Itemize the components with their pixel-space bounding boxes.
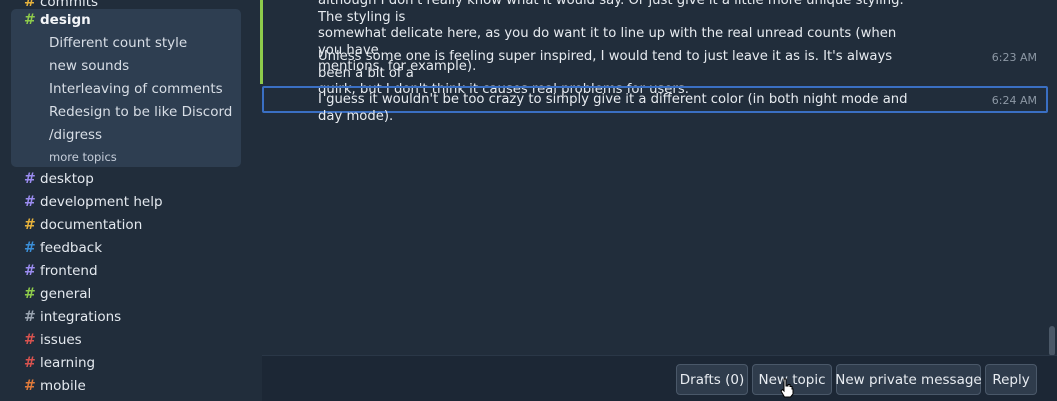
topic-label: new sounds (49, 58, 130, 74)
topic-item[interactable]: /digress (49, 124, 102, 146)
sidebar-stream-item[interactable]: # development help (24, 191, 163, 213)
sidebar-stream-item[interactable]: # frontend (24, 260, 98, 282)
stream-hash-icon: # (24, 309, 36, 325)
sidebar-stream-item[interactable]: # general (24, 283, 91, 305)
stream-hash-icon: # (24, 263, 36, 279)
stream-name: general (40, 286, 92, 302)
message-line: although I don't really know what it wou… (318, 0, 904, 25)
stream-hash-icon: # (24, 12, 36, 28)
stream-name: development help (40, 194, 163, 210)
topic-item[interactable]: new sounds (49, 55, 129, 77)
stream-name: feedback (40, 240, 103, 256)
message-timestamp[interactable]: 6:24 AM (992, 94, 1037, 107)
stream-hash-icon: # (24, 240, 36, 256)
reply-button[interactable]: Reply (985, 364, 1037, 395)
sidebar-stream-item[interactable]: # desktop (24, 168, 94, 190)
stream-hash-icon: # (24, 217, 36, 233)
stream-name: documentation (40, 217, 143, 233)
sidebar-stream-item[interactable]: # integrations (24, 306, 121, 328)
sidebar-stream-item[interactable]: # feedback (24, 237, 102, 259)
topic-label: Interleaving of comments (49, 81, 223, 97)
stream-hash-icon: # (24, 194, 36, 210)
sidebar-stream-item[interactable]: # issues (24, 329, 82, 351)
message-pane: although I don't really know what it wou… (258, 0, 1057, 401)
scrollbar-thumb[interactable] (1049, 326, 1055, 356)
stream-hash-icon: # (24, 378, 36, 394)
stream-hash-icon: # (24, 355, 36, 371)
message-line: Unless some one is feeling super inspire… (318, 49, 893, 81)
stream-hash-icon: # (24, 286, 36, 302)
stream-sidebar: # commits # design Different count style… (0, 0, 258, 401)
hand-pointer-cursor-icon (780, 378, 794, 398)
topic-item[interactable]: Different count style (49, 32, 187, 54)
stream-hash-icon: # (24, 171, 36, 187)
topic-item[interactable]: Interleaving of comments (49, 78, 223, 100)
more-topics-link[interactable]: more topics (49, 150, 117, 164)
drafts-button[interactable]: Drafts (0) (676, 364, 748, 395)
app-window: # commits # design Different count style… (0, 0, 1057, 401)
stream-hash-icon: # (24, 332, 36, 348)
stream-name: desktop (40, 171, 94, 187)
new-private-message-button[interactable]: New private message (835, 364, 982, 395)
sidebar-stream-item[interactable]: # learning (24, 352, 95, 374)
sidebar-stream-item[interactable]: # mobile (24, 375, 86, 397)
sidebar-stream-item[interactable]: # documentation (24, 214, 142, 236)
compose-bar: Drafts (0) New topic New private message… (262, 355, 1057, 401)
stream-name: frontend (40, 263, 98, 279)
message-timestamp[interactable]: 6:23 AM (992, 51, 1037, 64)
topic-label: Different count style (49, 35, 188, 51)
topic-label: Redesign to be like Discord (49, 104, 233, 120)
stream-name: mobile (40, 378, 86, 394)
sidebar-stream-design[interactable]: # design (24, 9, 91, 31)
message-body[interactable]: I guess it wouldn't be too crazy to simp… (318, 92, 918, 125)
stream-name: integrations (40, 309, 122, 325)
stream-name: learning (40, 355, 96, 371)
topic-item[interactable]: Redesign to be like Discord (49, 101, 232, 123)
unread-indicator-bar (260, 0, 263, 84)
topic-label: /digress (49, 127, 103, 143)
stream-name: issues (40, 332, 82, 348)
message-line: I guess it wouldn't be too crazy to simp… (318, 92, 908, 124)
stream-name: design (40, 12, 91, 28)
